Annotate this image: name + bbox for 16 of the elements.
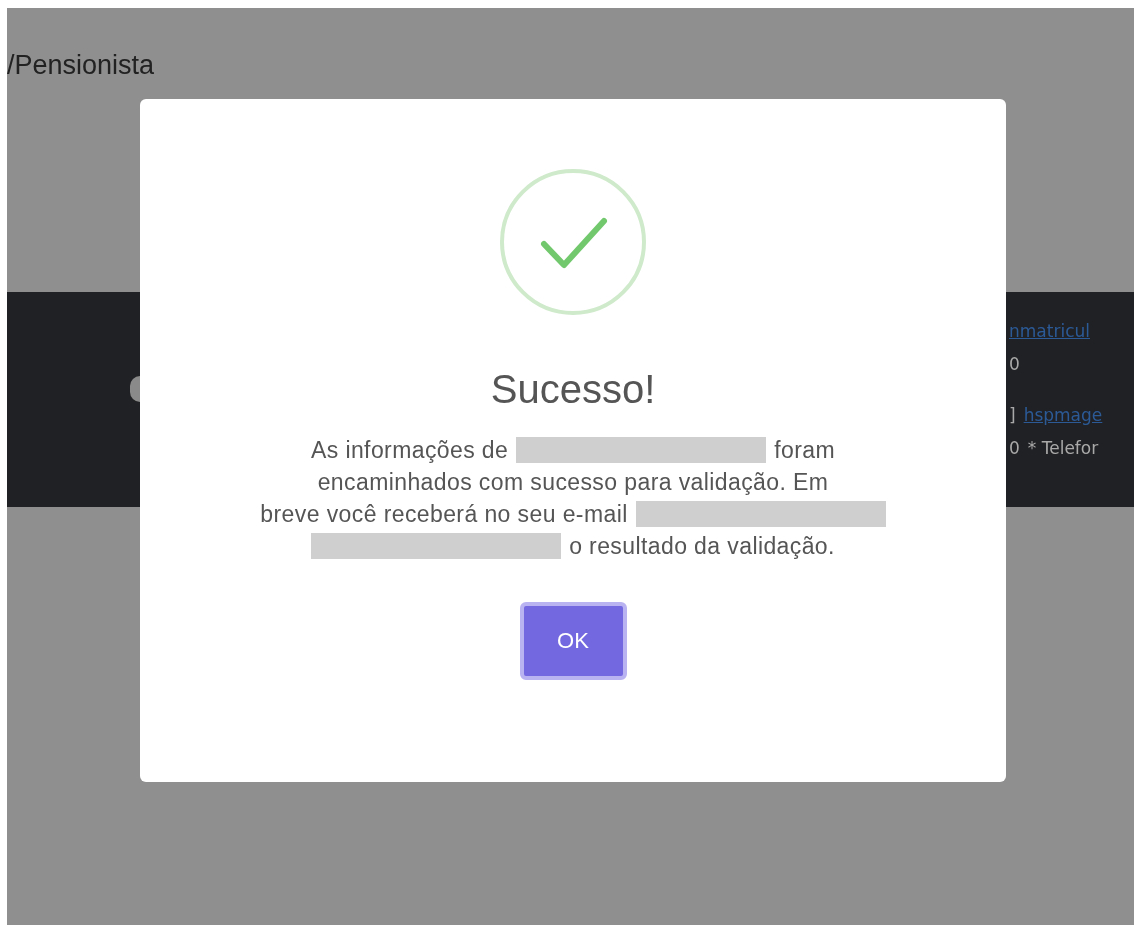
message-text: foram	[774, 436, 836, 464]
message-text: o resultado da validação.	[569, 532, 835, 560]
page-heading: /Pensionista	[7, 50, 155, 80]
message-text: breve você receberá no seu e-mail	[260, 500, 628, 528]
ok-button[interactable]: OK	[519, 602, 627, 680]
dialog-title: Sucesso!	[490, 367, 656, 412]
band-text: ]	[1009, 405, 1016, 425]
message-text: As informações de	[310, 436, 509, 464]
link[interactable]: nmatricul	[1009, 321, 1090, 341]
link[interactable]: hspmage	[1023, 405, 1103, 425]
message-text: encaminhados com sucesso para validação. Em	[317, 468, 829, 496]
round-shape	[130, 375, 140, 402]
band-text: * Telefor	[1027, 438, 1099, 458]
band-text: 0	[1009, 354, 1020, 374]
success-check-icon	[498, 167, 648, 317]
band-text: 0	[1009, 438, 1020, 458]
